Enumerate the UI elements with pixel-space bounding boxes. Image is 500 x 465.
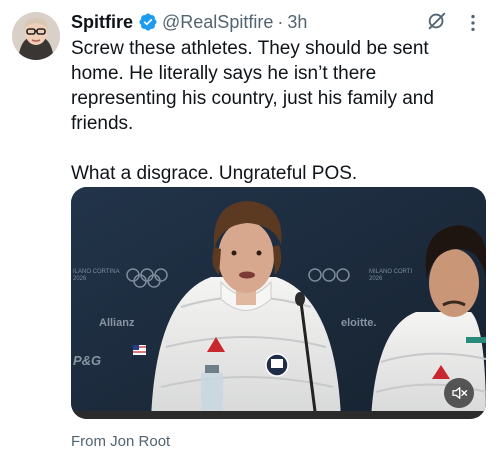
tweet-header: Spitfire @RealSpitfire · 3h [71,10,484,34]
separator-dot: · [277,12,284,32]
video-frame: ILANO CORTINA 2026 MILANO CORTI 2026 Allia… [71,187,486,419]
mute-button[interactable] [444,378,474,408]
water-bottle [201,365,223,419]
media-attribution[interactable]: From Jon Root [71,433,170,450]
tweet-text: Screw these athletes. They should be sen… [71,38,434,184]
grok-icon[interactable] [426,10,448,32]
timestamp[interactable]: 3h [287,10,307,34]
avatar-image [12,12,60,60]
avatar[interactable] [12,12,60,60]
verified-badge-icon [139,13,157,31]
user-handle[interactable]: @RealSpitfire [162,10,273,34]
press-table [71,411,486,419]
video-player[interactable]: ILANO CORTINA 2026 MILANO CORTI 2026 Allia… [71,187,486,419]
sponsor-pg: P&G [73,353,101,368]
display-name[interactable]: Spitfire [71,10,133,34]
more-options-icon[interactable] [462,12,484,34]
volume-muted-icon [452,387,468,399]
sponsor-left: Allianz [99,317,135,329]
sponsor-right: eloitte. [341,317,376,329]
